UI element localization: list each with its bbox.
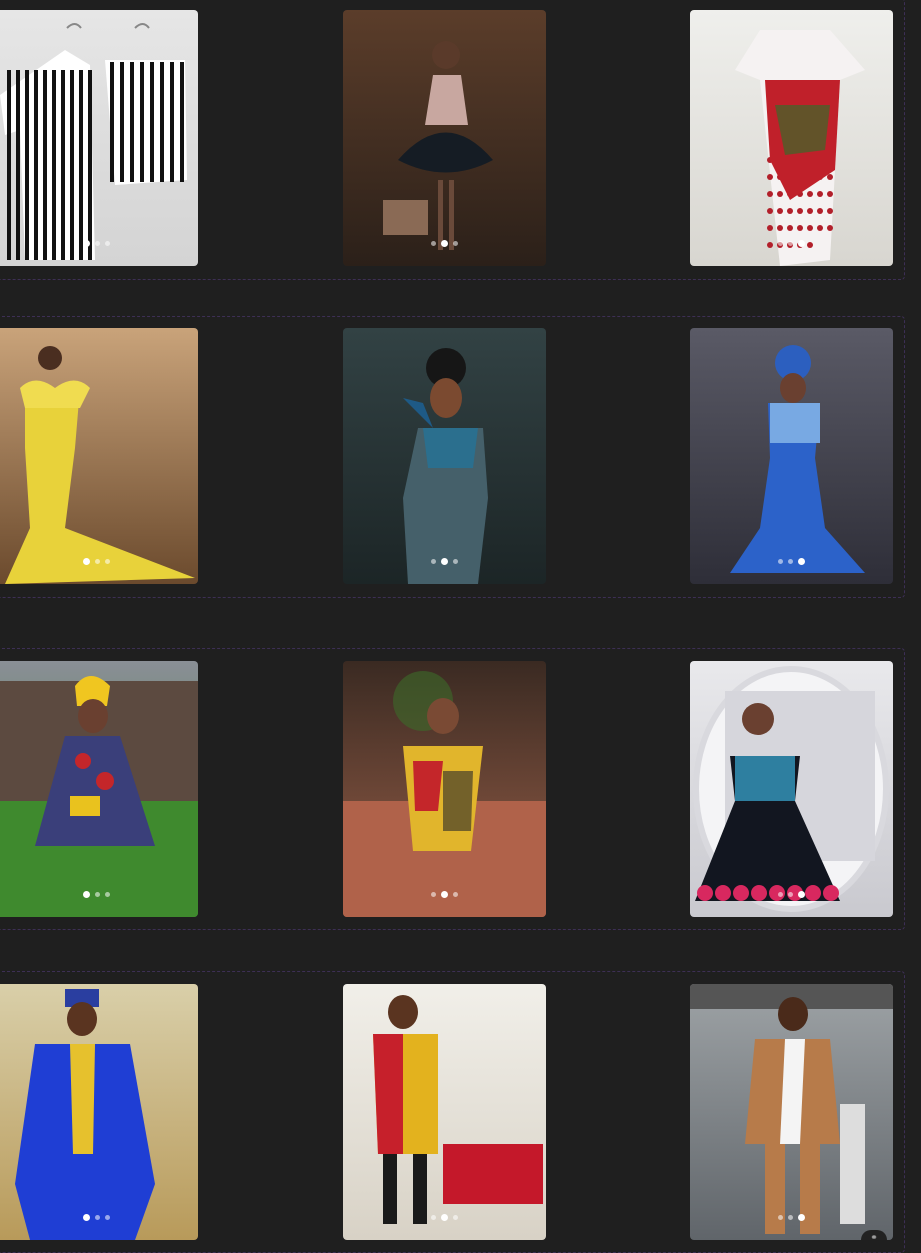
carousel-dot[interactable]: [441, 891, 448, 898]
outfit-photo: [690, 328, 893, 584]
carousel-dot[interactable]: [431, 559, 436, 564]
carousel-dots[interactable]: [343, 558, 546, 565]
carousel-dot[interactable]: [778, 559, 783, 564]
carousel-dots[interactable]: [343, 891, 546, 898]
carousel-dot[interactable]: [431, 241, 436, 246]
carousel-dot[interactable]: [431, 892, 436, 897]
outfit-photo: [690, 661, 893, 917]
carousel-dots[interactable]: [0, 558, 198, 565]
carousel-dots[interactable]: [690, 891, 893, 898]
carousel-dot[interactable]: [441, 240, 448, 247]
carousel-dot[interactable]: [105, 559, 110, 564]
outfit-card-girl-ankara-flare-dress[interactable]: [343, 661, 546, 917]
outfit-photo: [343, 984, 546, 1240]
carousel-dot[interactable]: [95, 241, 100, 246]
carousel-dot[interactable]: [788, 559, 793, 564]
outfit-photo: [343, 328, 546, 584]
outfit-card-striped-shirt-shorts-set[interactable]: [0, 10, 198, 266]
outfit-card-blue-agbada-senator[interactable]: [0, 984, 198, 1240]
carousel-dot[interactable]: [778, 892, 783, 897]
outfit-card-two-tone-senator-outfit[interactable]: [343, 984, 546, 1240]
carousel-dot[interactable]: [441, 558, 448, 565]
carousel-dot[interactable]: [778, 241, 783, 246]
carousel-dot[interactable]: [105, 241, 110, 246]
carousel-dots[interactable]: [690, 558, 893, 565]
carousel-dot[interactable]: [798, 1214, 805, 1221]
carousel-dots[interactable]: [0, 891, 198, 898]
outfit-card-girl-tutu-dress[interactable]: [343, 10, 546, 266]
carousel-dot[interactable]: [798, 240, 805, 247]
outfit-photo: [343, 10, 546, 266]
outfit-card-yellow-sequin-mermaid-gown[interactable]: [0, 328, 198, 584]
carousel-dot[interactable]: [453, 559, 458, 564]
carousel-dot[interactable]: [95, 559, 100, 564]
carousel-dots[interactable]: [0, 240, 198, 247]
carousel-dots[interactable]: [690, 1214, 893, 1221]
carousel-dot[interactable]: [453, 892, 458, 897]
outfit-photo: [0, 984, 198, 1240]
carousel-dot[interactable]: [431, 1215, 436, 1220]
carousel-dot[interactable]: [83, 240, 90, 247]
outfit-photo: [0, 328, 198, 584]
carousel-dots[interactable]: [0, 1214, 198, 1221]
outfit-card-royal-blue-mermaid-gown[interactable]: [690, 328, 893, 584]
carousel-dot[interactable]: [453, 241, 458, 246]
carousel-dot[interactable]: [105, 1215, 110, 1220]
carousel-dot[interactable]: [798, 891, 805, 898]
carousel-dot[interactable]: [798, 558, 805, 565]
carousel-dot[interactable]: [83, 891, 90, 898]
carousel-dots[interactable]: [343, 1214, 546, 1221]
outfit-photo: [690, 984, 893, 1240]
carousel-dot[interactable]: [83, 1214, 90, 1221]
outfit-card-toddler-ankara-dress[interactable]: [0, 661, 198, 917]
carousel-dot[interactable]: [441, 1214, 448, 1221]
carousel-dot[interactable]: [95, 892, 100, 897]
carousel-dot[interactable]: [453, 1215, 458, 1220]
carousel-dot[interactable]: [95, 1215, 100, 1220]
carousel-dots[interactable]: [343, 240, 546, 247]
carousel-dots[interactable]: [690, 240, 893, 247]
outfit-card-girl-ankara-tulle-gown[interactable]: [690, 661, 893, 917]
outfit-photo: [0, 10, 198, 266]
carousel-dot[interactable]: [778, 1215, 783, 1220]
outfit-photo: [343, 661, 546, 917]
carousel-dot[interactable]: [83, 558, 90, 565]
outfit-card-brown-white-kaftan[interactable]: ⚭: [690, 984, 893, 1240]
outfit-card-blue-asoebi-dress[interactable]: [343, 328, 546, 584]
carousel-dot[interactable]: [788, 241, 793, 246]
outfit-photo: [690, 10, 893, 266]
carousel-dot[interactable]: [105, 892, 110, 897]
carousel-dot[interactable]: [788, 1215, 793, 1220]
carousel-dot[interactable]: [788, 892, 793, 897]
outfit-card-ankara-lace-gown[interactable]: [690, 10, 893, 266]
outfit-photo: [0, 661, 198, 917]
